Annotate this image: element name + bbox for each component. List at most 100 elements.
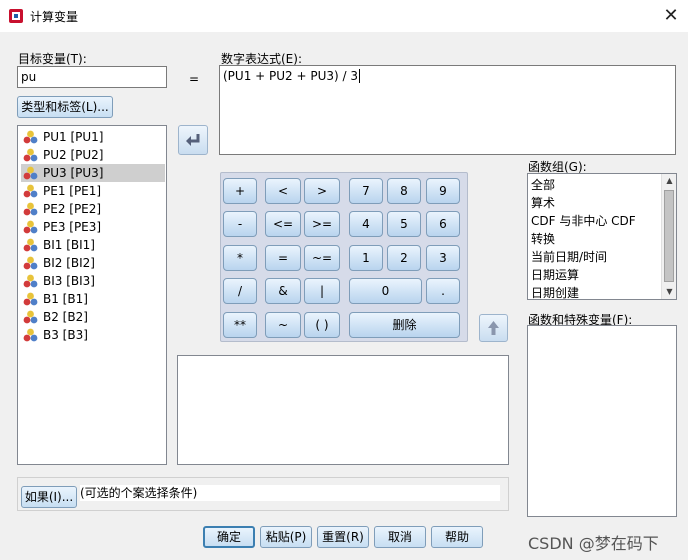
spss-app-icon [8, 8, 24, 24]
function-group-item[interactable]: 日期运算 [531, 266, 579, 284]
key-minus[interactable]: - [223, 211, 257, 237]
scale-variable-icon [23, 148, 38, 162]
scale-variable-icon [23, 274, 38, 288]
scale-variable-icon [23, 328, 38, 342]
key-1[interactable]: 1 [349, 245, 383, 271]
variable-label: PE3 [PE3] [43, 220, 102, 234]
variable-item[interactable]: PE1 [PE1] [21, 182, 165, 200]
variable-label: PE1 [PE1] [43, 184, 102, 198]
key-power[interactable]: ** [223, 312, 257, 338]
function-group-scrollbar[interactable]: ▲ ▼ [661, 174, 676, 299]
scale-variable-icon [23, 202, 38, 216]
variable-item[interactable]: PU1 [PU1] [21, 128, 165, 146]
variable-item[interactable]: PU3 [PU3] [21, 164, 165, 182]
equals-sign: = [189, 72, 200, 86]
target-variable-input[interactable] [17, 66, 167, 88]
scale-variable-icon [23, 220, 38, 234]
key-less-than[interactable]: < [265, 178, 301, 204]
functions-list[interactable] [527, 325, 677, 517]
expression-textarea[interactable]: (PU1 + PU2 + PU3) / 3 [219, 65, 676, 155]
scale-variable-icon [23, 310, 38, 324]
key-0[interactable]: 0 [349, 278, 422, 304]
function-group-item[interactable]: 当前日期/时间 [531, 248, 607, 266]
bent-arrow-icon [186, 134, 200, 146]
variable-label: B3 [B3] [43, 328, 88, 342]
function-group-item[interactable]: 日期创建 [531, 284, 579, 299]
variable-item[interactable]: B2 [B2] [21, 308, 165, 326]
key-or[interactable]: | [304, 278, 340, 304]
move-to-expression-button[interactable] [178, 125, 208, 155]
variable-item[interactable]: PU2 [PU2] [21, 146, 165, 164]
key-plus[interactable]: + [223, 178, 257, 204]
variable-item[interactable]: B3 [B3] [21, 326, 165, 344]
key-divide[interactable]: / [223, 278, 257, 304]
key-9[interactable]: 9 [426, 178, 460, 204]
key-delete[interactable]: 删除 [349, 312, 460, 338]
condition-text: (可选的个案选择条件) [80, 485, 500, 501]
scroll-down-icon[interactable]: ▼ [662, 285, 676, 299]
function-description-area [177, 355, 509, 465]
cancel-button[interactable]: 取消 [374, 526, 426, 548]
variable-item[interactable]: B1 [B1] [21, 290, 165, 308]
variable-item[interactable]: BI2 [BI2] [21, 254, 165, 272]
scale-variable-icon [23, 184, 38, 198]
key-3[interactable]: 3 [426, 245, 460, 271]
scale-variable-icon [23, 238, 38, 252]
key-2[interactable]: 2 [387, 245, 421, 271]
scroll-thumb[interactable] [664, 190, 674, 282]
ok-button[interactable]: 确定 [203, 526, 255, 548]
key-parentheses[interactable]: ( ) [304, 312, 340, 338]
expression-text: (PU1 + PU2 + PU3) / 3 [223, 69, 358, 83]
key-equals[interactable]: = [265, 245, 301, 271]
if-condition-button[interactable]: 如果(I)... [21, 486, 77, 508]
variable-item[interactable]: BI3 [BI3] [21, 272, 165, 290]
scale-variable-icon [23, 292, 38, 306]
function-group-item[interactable]: 算术 [531, 194, 555, 212]
help-button[interactable]: 帮助 [431, 526, 483, 548]
variable-label: PU1 [PU1] [43, 130, 104, 144]
function-group-item[interactable]: 转换 [531, 230, 555, 248]
key-greater-equal[interactable]: >= [304, 211, 340, 237]
reset-button[interactable]: 重置(R) [317, 526, 369, 548]
key-less-equal[interactable]: <= [265, 211, 301, 237]
key-5[interactable]: 5 [387, 211, 421, 237]
move-function-up-button[interactable] [479, 314, 508, 342]
key-decimal[interactable]: . [426, 278, 460, 304]
window-title: 计算变量 [30, 10, 79, 24]
function-group-item[interactable]: CDF 与非中心 CDF [531, 212, 636, 230]
variable-label: PE2 [PE2] [43, 202, 102, 216]
key-greater-than[interactable]: > [304, 178, 340, 204]
key-8[interactable]: 8 [387, 178, 421, 204]
key-not[interactable]: ~ [265, 312, 301, 338]
variable-label: BI3 [BI3] [43, 274, 95, 288]
type-and-label-button[interactable]: 类型和标签(L)... [17, 96, 113, 118]
scale-variable-icon [23, 166, 38, 180]
key-6[interactable]: 6 [426, 211, 460, 237]
paste-button[interactable]: 粘贴(P) [260, 526, 312, 548]
key-7[interactable]: 7 [349, 178, 383, 204]
function-group-list[interactable]: ▲ ▼ 全部 算术 CDF 与非中心 CDF 转换 当前日期/时间 日期运算 日期创建 [527, 173, 677, 300]
variable-label: BI2 [BI2] [43, 256, 95, 270]
close-icon[interactable]: ✕ [656, 2, 686, 30]
variable-list[interactable]: PU1 [PU1] PU2 [PU2] PU3 [PU3] PE1 [PE1] PE2 … [17, 125, 167, 465]
scale-variable-icon [23, 130, 38, 144]
title-bar [0, 0, 688, 32]
scale-variable-icon [23, 256, 38, 270]
key-not-equal[interactable]: ~= [304, 245, 340, 271]
key-and[interactable]: & [265, 278, 301, 304]
variable-label: B2 [B2] [43, 310, 88, 324]
up-arrow-icon [488, 321, 499, 335]
function-group-item[interactable]: 全部 [531, 176, 555, 194]
variable-item[interactable]: PE3 [PE3] [21, 218, 165, 236]
watermark: CSDN @梦在码下 [528, 534, 659, 553]
target-variable-label: 目标变量(T): [18, 52, 87, 66]
scroll-up-icon[interactable]: ▲ [662, 174, 676, 188]
variable-label: B1 [B1] [43, 292, 88, 306]
variable-item[interactable]: BI1 [BI1] [21, 236, 165, 254]
variable-label: BI1 [BI1] [43, 238, 95, 252]
variable-item[interactable]: PE2 [PE2] [21, 200, 165, 218]
calculator-keypad: + < > 7 8 9 - <= >= 4 5 6 * = ~= 1 2 3 /… [220, 172, 468, 342]
key-4[interactable]: 4 [349, 211, 383, 237]
variable-label: PU2 [PU2] [43, 148, 104, 162]
key-multiply[interactable]: * [223, 245, 257, 271]
